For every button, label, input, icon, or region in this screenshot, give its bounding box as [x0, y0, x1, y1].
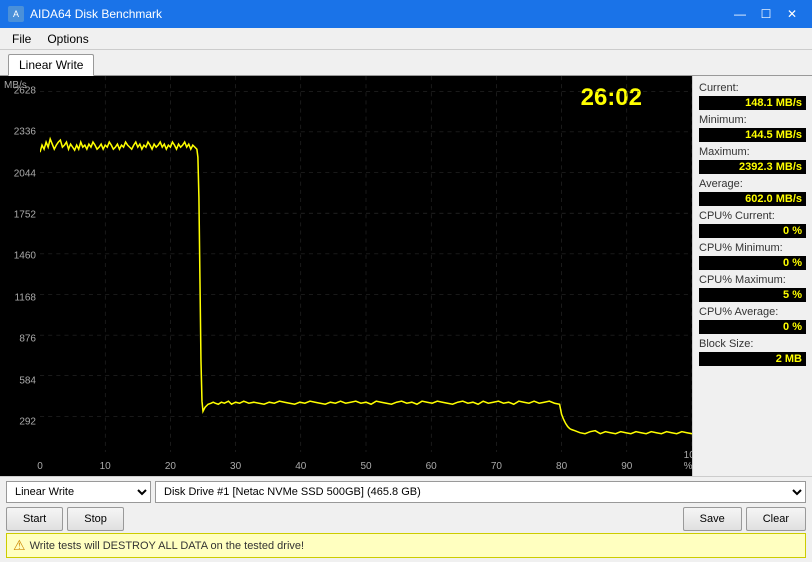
x-label-60: 60	[426, 461, 437, 472]
x-label-30: 30	[230, 461, 241, 472]
x-label-70: 70	[491, 461, 502, 472]
stats-panel: Current: 148.1 MB/s Minimum: 144.5 MB/s …	[692, 76, 812, 476]
cpu-maximum-value: 5 %	[699, 288, 806, 302]
cpu-maximum-label: CPU% Maximum:	[699, 274, 806, 286]
block-size-value: 2 MB	[699, 352, 806, 366]
cpu-current-value: 0 %	[699, 224, 806, 238]
y-label-584: 584	[19, 375, 36, 386]
y-label-876: 876	[19, 334, 36, 345]
y-label-2336: 2336	[14, 127, 36, 138]
maximum-value: 2392.3 MB/s	[699, 160, 806, 174]
title-bar: A AIDA64 Disk Benchmark — ☐ ✕	[0, 0, 812, 28]
block-size-label: Block Size:	[699, 338, 806, 350]
menu-file[interactable]: File	[4, 30, 39, 48]
x-label-10: 10	[100, 461, 111, 472]
tab-bar: Linear Write	[0, 50, 812, 76]
menu-bar: File Options	[0, 28, 812, 50]
bottom-controls: Linear Write Disk Drive #1 [Netac NVMe S…	[0, 476, 812, 562]
stop-button[interactable]: Stop	[67, 507, 124, 531]
y-label-2628: 2628	[14, 86, 36, 97]
maximum-label: Maximum:	[699, 146, 806, 158]
x-label-20: 20	[165, 461, 176, 472]
x-label-40: 40	[295, 461, 306, 472]
x-label-100: 100 %	[684, 450, 692, 472]
close-button[interactable]: ✕	[780, 4, 804, 24]
average-value: 602.0 MB/s	[699, 192, 806, 206]
cpu-minimum-value: 0 %	[699, 256, 806, 270]
chart-svg	[40, 76, 692, 452]
cpu-average-label: CPU% Average:	[699, 306, 806, 318]
x-label-90: 90	[621, 461, 632, 472]
minimum-value: 144.5 MB/s	[699, 128, 806, 142]
y-label-1460: 1460	[14, 251, 36, 262]
warning-text: Write tests will DESTROY ALL DATA on the…	[30, 540, 305, 552]
x-label-0: 0	[37, 461, 43, 472]
maximize-button[interactable]: ☐	[754, 4, 778, 24]
start-button[interactable]: Start	[6, 507, 63, 531]
window-title: AIDA64 Disk Benchmark	[30, 7, 162, 21]
save-button[interactable]: Save	[683, 507, 742, 531]
cpu-minimum-label: CPU% Minimum:	[699, 242, 806, 254]
warning-icon: ⚠	[13, 537, 26, 554]
app-icon: A	[8, 6, 24, 22]
x-label-50: 50	[360, 461, 371, 472]
cpu-current-label: CPU% Current:	[699, 210, 806, 222]
x-label-80: 80	[556, 461, 567, 472]
y-label-1168: 1168	[14, 292, 36, 303]
y-label-2044: 2044	[14, 168, 36, 179]
y-label-1752: 1752	[14, 210, 36, 221]
cpu-average-value: 0 %	[699, 320, 806, 334]
minimize-button[interactable]: —	[728, 4, 752, 24]
clear-button[interactable]: Clear	[746, 507, 806, 531]
drive-dropdown[interactable]: Disk Drive #1 [Netac NVMe SSD 500GB] (46…	[155, 481, 806, 503]
menu-options[interactable]: Options	[39, 30, 96, 48]
current-label: Current:	[699, 82, 806, 94]
warning-row: ⚠ Write tests will DESTROY ALL DATA on t…	[6, 533, 806, 558]
average-label: Average:	[699, 178, 806, 190]
tab-linear-write[interactable]: Linear Write	[8, 54, 94, 76]
current-value: 148.1 MB/s	[699, 96, 806, 110]
test-type-dropdown[interactable]: Linear Write	[6, 481, 151, 503]
minimum-label: Minimum:	[699, 114, 806, 126]
y-label-292: 292	[19, 416, 36, 427]
chart-area: MB/s 26:02 2628 2336 2044 1752 1460 1168…	[0, 76, 692, 476]
